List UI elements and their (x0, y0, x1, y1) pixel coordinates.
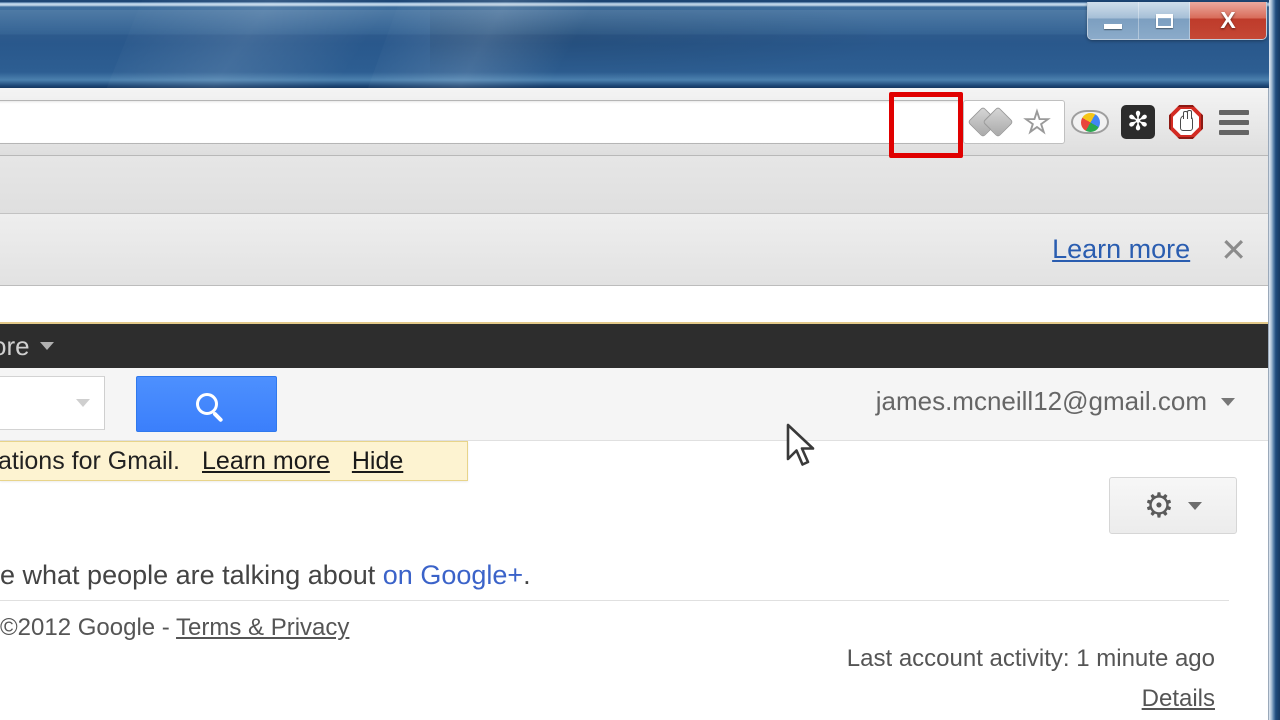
adblock-extension-button[interactable] (1163, 101, 1209, 143)
toolbar-icon-group: ☆ ✻ (963, 98, 1257, 146)
copyright-text: ©2012 Google - (0, 614, 177, 641)
notification-text: ations for Gmail. (0, 446, 181, 475)
titlebar-sheen-left (81, 0, 459, 88)
account-email-label: james.mcneill12@gmail.com (875, 386, 1207, 416)
settings-gear-button[interactable]: ⚙ (1109, 477, 1237, 534)
gbar-more-label: ore (0, 330, 30, 361)
window-frame-right (1269, 0, 1280, 720)
chrome-menu-button[interactable] (1211, 101, 1257, 143)
titlebar-sheen-right (341, 0, 639, 88)
adblock-extension-icon (1169, 105, 1203, 139)
infobar-learn-more-link[interactable]: Learn more (1052, 234, 1190, 265)
bookmark-star-icon: ☆ (1022, 104, 1052, 140)
eye-extension-button[interactable] (1067, 101, 1113, 143)
address-bar[interactable] (0, 100, 960, 144)
chevron-down-icon (1188, 501, 1203, 510)
eye-extension-icon (1071, 110, 1109, 134)
bookmark-star-group: ☆ (963, 100, 1065, 144)
chrome-menu-icon (1219, 109, 1249, 135)
footer-copyright: ©2012 Google - Terms & Privacy (0, 614, 349, 642)
search-icon (195, 393, 218, 415)
footer-account-activity: Last account activity: 1 minute ago Deta… (847, 645, 1215, 713)
search-input[interactable] (0, 376, 105, 430)
minimize-icon (1104, 24, 1122, 29)
browser-window: X ☆ ✻ Learn more ✕ re james.mcneill12@gm… (0, 0, 1280, 720)
google-plus-promo-text: e what people are talking about on Googl… (0, 560, 1229, 591)
maximize-button[interactable] (1139, 2, 1190, 39)
close-button[interactable]: X (1190, 2, 1266, 39)
bookmark-star-button[interactable]: ☆ (1014, 101, 1060, 143)
last-activity-text: Last account activity: 1 minute ago (846, 645, 1215, 672)
maximize-icon (1155, 13, 1173, 28)
search-button[interactable] (136, 376, 277, 432)
activity-details-link[interactable]: Details (847, 685, 1215, 713)
asterisk-extension-button[interactable]: ✻ (1115, 101, 1161, 143)
notification-hide-link[interactable]: Hide (352, 447, 403, 476)
titlebar-shade (430, 0, 950, 88)
window-controls: X (1087, 2, 1267, 40)
gmail-search-row: james.mcneill12@gmail.com (0, 368, 1269, 441)
extension-gem-icon (967, 106, 1014, 138)
footer-divider (0, 600, 1229, 601)
browser-infobar: Learn more ✕ (0, 214, 1269, 286)
google-plus-link[interactable]: on Google+ (383, 560, 523, 590)
chevron-down-icon (76, 399, 90, 407)
account-email-menu[interactable]: james.mcneill12@gmail.com (876, 386, 1235, 417)
google-bar: ore (0, 322, 1269, 368)
page-content: ore james.mcneill12@gmail.com ations for… (0, 287, 1269, 720)
close-icon: X (1220, 7, 1236, 33)
infobar-close-icon[interactable]: ✕ (1220, 234, 1247, 266)
gmail-notification-bar: ations for Gmail. Learn more Hide (0, 441, 468, 481)
bookmarks-bar[interactable] (0, 156, 1269, 214)
chevron-down-icon (1221, 397, 1235, 406)
terms-privacy-link[interactable]: Terms & Privacy (176, 614, 349, 641)
minimize-button[interactable] (1088, 2, 1139, 39)
gbar-more-menu[interactable]: ore (0, 331, 54, 362)
notification-learn-more-link[interactable]: Learn more (202, 447, 330, 476)
extension-gem-button[interactable] (967, 101, 1014, 143)
chevron-down-icon (39, 342, 54, 350)
asterisk-extension-icon: ✻ (1121, 105, 1155, 139)
window-titlebar[interactable]: X (0, 0, 1280, 88)
gear-icon: ⚙ (1143, 485, 1175, 526)
promo-text-after: . (523, 560, 531, 590)
browser-toolbar: ☆ ✻ (0, 88, 1269, 156)
promo-text-before: e what people are talking about (0, 560, 383, 590)
